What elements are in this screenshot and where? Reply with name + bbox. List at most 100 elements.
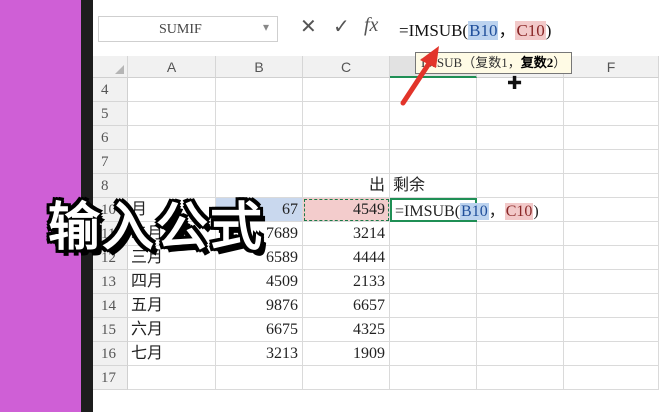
cell-f-row-11[interactable] (564, 342, 659, 366)
cell-f-row-1[interactable] (564, 102, 659, 126)
cell-d-row-3[interactable] (390, 150, 477, 174)
cell-f-row-12[interactable] (564, 366, 659, 390)
cell-b-row-1[interactable] (216, 102, 303, 126)
cell-e-row-12[interactable] (477, 366, 564, 390)
row-header[interactable]: 15 (93, 318, 128, 342)
cell-b-row-2[interactable] (216, 126, 303, 150)
cell-c-row-5[interactable]: 4549 (303, 198, 390, 222)
cell-e-row-7[interactable] (477, 246, 564, 270)
row-header[interactable]: 4 (93, 78, 128, 102)
cell-formula-prefix: =IMSUB( (395, 203, 461, 220)
row-header[interactable]: 14 (93, 294, 128, 318)
enter-icon[interactable]: ✓ (333, 14, 350, 38)
column-header-a[interactable]: A (128, 56, 216, 78)
chevron-down-icon[interactable]: ▾ (263, 20, 269, 34)
cell-b-row-12[interactable] (216, 366, 303, 390)
cell-c-row-11[interactable]: 1909 (303, 342, 390, 366)
cell-c-row-3[interactable] (303, 150, 390, 174)
cell-e-row-10[interactable] (477, 318, 564, 342)
cell-f-row-6[interactable] (564, 222, 659, 246)
row-header[interactable]: 16 (93, 342, 128, 366)
cell-c-row-9[interactable]: 6657 (303, 294, 390, 318)
cell-e-row-6[interactable] (477, 222, 564, 246)
column-header-b[interactable]: B (216, 56, 303, 78)
cell-f-row-2[interactable] (564, 126, 659, 150)
row-header[interactable]: 5 (93, 102, 128, 126)
cell-f-row-3[interactable] (564, 150, 659, 174)
cell-f-row-10[interactable] (564, 318, 659, 342)
cell-c-row-6[interactable]: 3214 (303, 222, 390, 246)
tooltip-current-arg: 复数2 (520, 55, 554, 70)
cell-c-row-1[interactable] (303, 102, 390, 126)
cell-d-row-1[interactable] (390, 102, 477, 126)
column-header-f[interactable]: F (564, 56, 659, 78)
video-caption: 输入公式 (48, 198, 265, 258)
cell-e-row-2[interactable] (477, 126, 564, 150)
cell-a-row-0[interactable] (128, 78, 216, 102)
select-all-corner[interactable] (93, 56, 128, 78)
cell-f-row-0[interactable] (564, 78, 659, 102)
cell-d-row-2[interactable] (390, 126, 477, 150)
cell-c-row-12[interactable] (303, 366, 390, 390)
cell-e-row-11[interactable] (477, 342, 564, 366)
cell-a-row-9[interactable]: 五月 (128, 294, 216, 318)
cell-a-row-12[interactable] (128, 366, 216, 390)
function-tooltip: IMSUB（复数1，复数2） (415, 52, 573, 74)
select-all-icon (115, 65, 124, 74)
cell-d-row-7[interactable] (390, 246, 477, 270)
cell-a-row-2[interactable] (128, 126, 216, 150)
cell-f-row-8[interactable] (564, 270, 659, 294)
cell-b-row-11[interactable]: 3213 (216, 342, 303, 366)
cell-c-row-10[interactable]: 4325 (303, 318, 390, 342)
cell-c-row-7[interactable]: 4444 (303, 246, 390, 270)
row-header[interactable]: 7 (93, 150, 128, 174)
cell-e-row-1[interactable] (477, 102, 564, 126)
cell-e-row-4[interactable] (477, 174, 564, 198)
cell-d-row-0[interactable] (390, 78, 477, 102)
formula-ref-b10: B10 (468, 21, 499, 40)
cell-b-row-8[interactable]: 4509 (216, 270, 303, 294)
cell-c-row-0[interactable] (303, 78, 390, 102)
cell-b-row-10[interactable]: 6675 (216, 318, 303, 342)
cell-e-row-9[interactable] (477, 294, 564, 318)
name-box[interactable]: SUMIF ▾ (98, 16, 278, 42)
cell-e-row-3[interactable] (477, 150, 564, 174)
cell-a-row-8[interactable]: 四月 (128, 270, 216, 294)
cell-a-row-1[interactable] (128, 102, 216, 126)
cell-d-row-9[interactable] (390, 294, 477, 318)
cell-d-row-11[interactable] (390, 342, 477, 366)
cell-b-row-9[interactable]: 9876 (216, 294, 303, 318)
cell-d-row-5[interactable]: =IMSUB(B10，C10) (390, 198, 539, 222)
formula-prefix: =IMSUB( (399, 21, 469, 40)
cell-f-row-5[interactable] (564, 198, 659, 222)
column-header-c[interactable]: C (303, 56, 390, 78)
formula-input[interactable]: =IMSUB(B10，C10) (393, 14, 659, 44)
tooltip-args: （复数1， (462, 55, 521, 70)
cell-f-row-7[interactable] (564, 246, 659, 270)
cell-d-row-10[interactable] (390, 318, 477, 342)
formula-bar: SUMIF ▾ ✕ ✓ fx =IMSUB(B10，C10) (93, 0, 659, 56)
cell-c-row-4[interactable]: 出 (303, 174, 390, 198)
cell-d-row-6[interactable] (390, 222, 477, 246)
cell-e-row-5[interactable] (477, 198, 564, 222)
cell-f-row-9[interactable] (564, 294, 659, 318)
cell-d-row-12[interactable] (390, 366, 477, 390)
tooltip-function-name: IMSUB (421, 55, 463, 70)
cell-e-row-8[interactable] (477, 270, 564, 294)
cell-d-row-8[interactable] (390, 270, 477, 294)
cell-a-row-11[interactable]: 七月 (128, 342, 216, 366)
cell-a-row-3[interactable] (128, 150, 216, 174)
cell-c-row-2[interactable] (303, 126, 390, 150)
formula-suffix: ) (545, 21, 552, 40)
cell-a-row-10[interactable]: 六月 (128, 318, 216, 342)
insert-function-icon[interactable]: fx (364, 14, 378, 37)
cell-c-row-8[interactable]: 2133 (303, 270, 390, 294)
cell-b-row-3[interactable] (216, 150, 303, 174)
cell-d-row-4[interactable]: 剩余 (390, 174, 477, 198)
row-header[interactable]: 13 (93, 270, 128, 294)
row-header[interactable]: 17 (93, 366, 128, 390)
row-header[interactable]: 6 (93, 126, 128, 150)
cancel-icon[interactable]: ✕ (300, 14, 317, 38)
cell-b-row-0[interactable] (216, 78, 303, 102)
cell-f-row-4[interactable] (564, 174, 659, 198)
